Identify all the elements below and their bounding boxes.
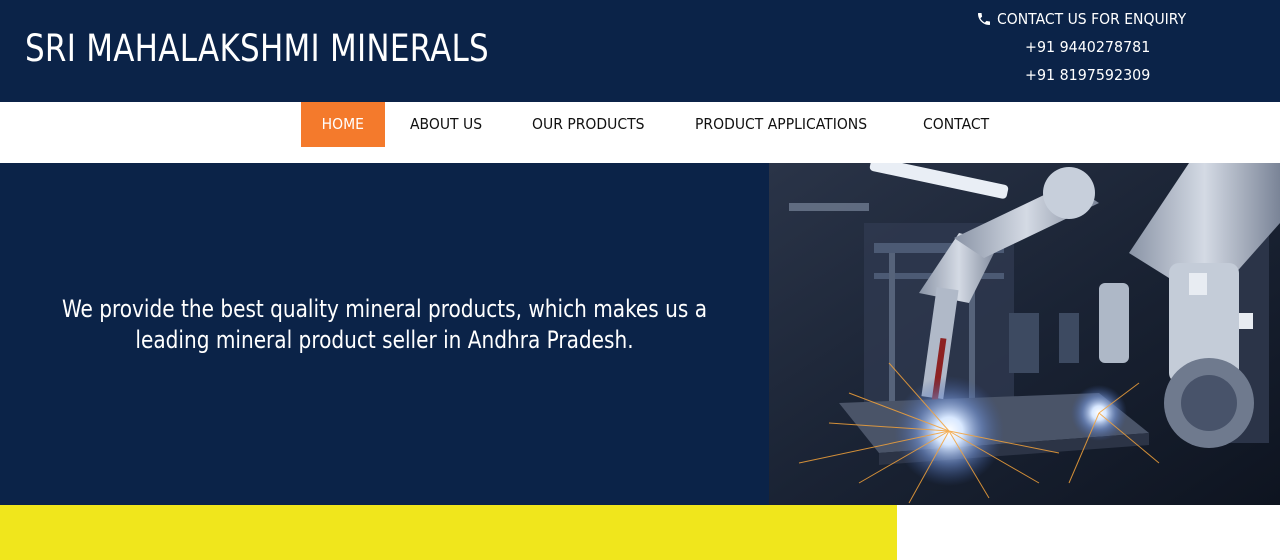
hero-image-industrial-robot-welding [769,163,1280,505]
phone-number-1[interactable]: +91 9440278781 [1025,36,1150,58]
contact-heading: CONTACT US FOR ENQUIRY [976,8,1206,30]
hero-section: We provide the best quality mineral prod… [0,163,1280,505]
nav-our-products[interactable]: OUR PRODUCTS [532,102,644,147]
hero-text-panel: We provide the best quality mineral prod… [0,163,769,505]
nav-contact[interactable]: CONTACT [923,102,989,147]
robot-welding-illustration [769,163,1280,505]
yellow-accent-band [0,505,897,560]
hero-tagline: We provide the best quality mineral prod… [10,294,759,356]
main-nav: HOME ABOUT US OUR PRODUCTS PRODUCT APPLI… [0,102,1280,163]
phone-icon [978,13,990,25]
nav-about-us[interactable]: ABOUT US [410,102,482,147]
nav-product-applications[interactable]: PRODUCT APPLICATIONS [695,102,867,147]
contact-box: CONTACT US FOR ENQUIRY +91 9440278781 +9… [976,8,1206,84]
nav-home-label: HOME [321,115,365,133]
phone-number-2[interactable]: +91 8197592309 [1025,64,1150,86]
nav-home[interactable]: HOME [301,102,385,147]
hero-tagline-text: We provide the best quality mineral prod… [61,295,708,354]
brand-name[interactable]: SRI MAHALAKSHMI MINERALS [25,26,489,72]
contact-heading-text: CONTACT US FOR ENQUIRY [997,10,1187,28]
site-header: SRI MAHALAKSHMI MINERALS CONTACT US FOR … [0,0,1280,102]
